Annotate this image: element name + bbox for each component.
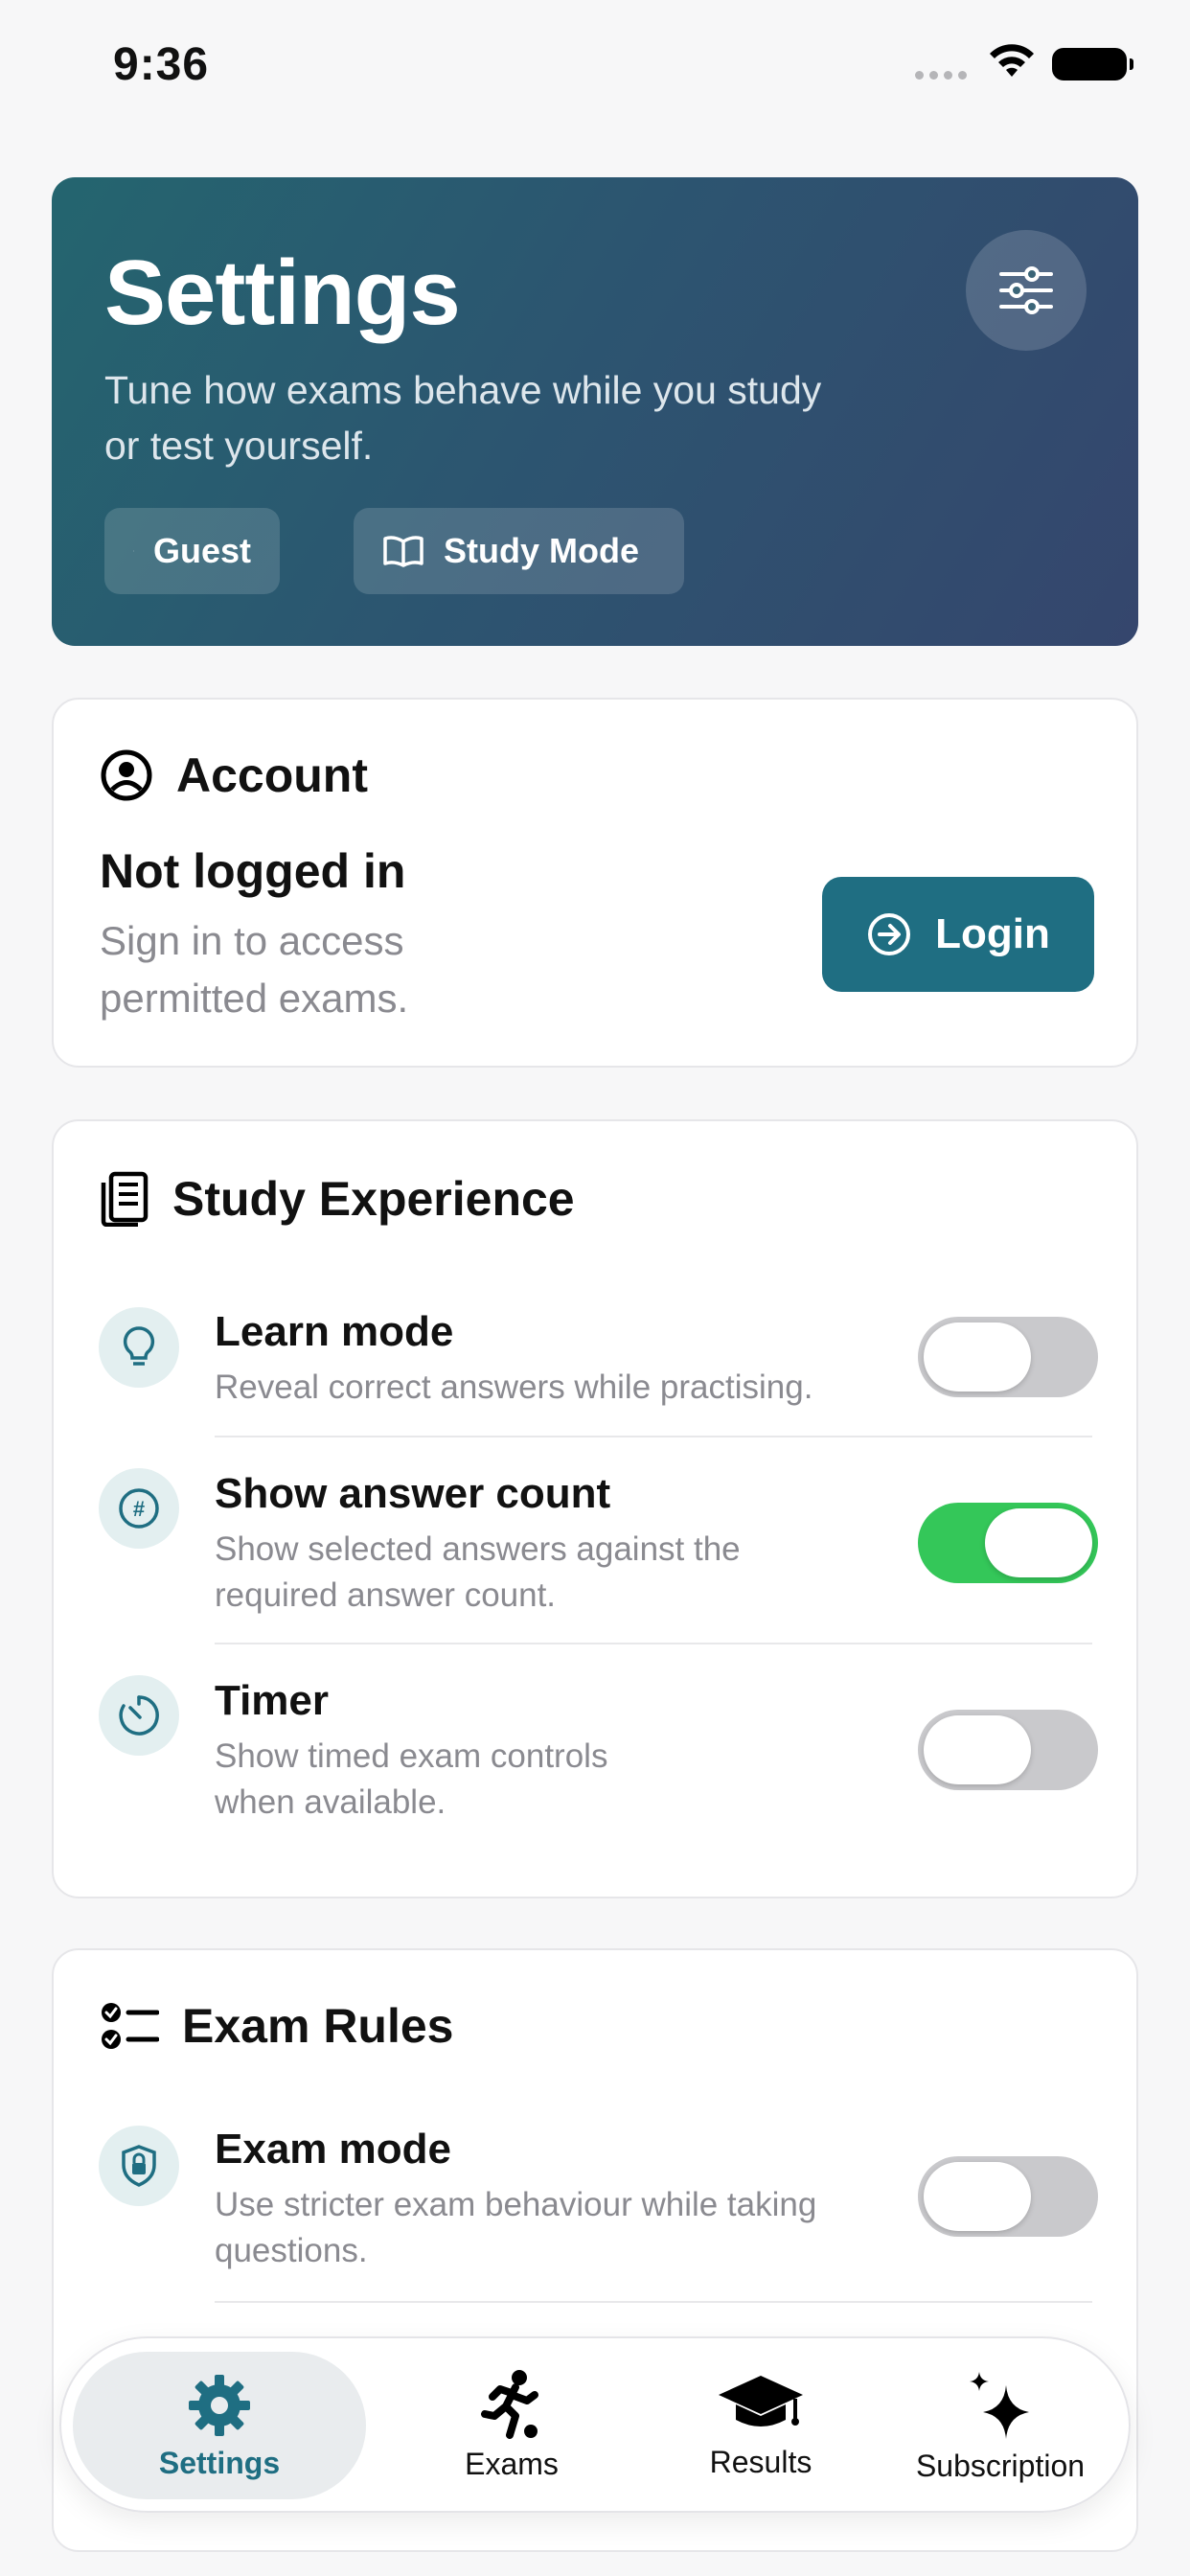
login-description: Sign in to access permitted exams. bbox=[100, 918, 409, 1021]
login-button-label: Login bbox=[935, 910, 1050, 957]
study-experience-header: Study Experience bbox=[100, 1171, 575, 1227]
toggle-knob bbox=[924, 1322, 1031, 1392]
status-time: 9:36 bbox=[113, 39, 210, 90]
status-bar: 9:36 bbox=[0, 0, 1190, 125]
person-circle-icon bbox=[133, 550, 134, 552]
exam-mode-description: Use stricter exam behaviour while taking… bbox=[215, 2186, 817, 2269]
filter-settings-button[interactable] bbox=[966, 230, 1087, 351]
tab-results-label: Results bbox=[709, 2444, 812, 2479]
exam-mode-toggle[interactable] bbox=[918, 2156, 1098, 2237]
tab-bar: Settings Exams Results Subscription bbox=[59, 2336, 1131, 2513]
number-sign-icon: # bbox=[99, 1468, 179, 1549]
divider bbox=[215, 1436, 1092, 1438]
toggle-knob bbox=[924, 1715, 1031, 1784]
running-person-icon bbox=[481, 2369, 538, 2439]
guest-chip-label: Guest bbox=[152, 531, 251, 570]
login-status: Not logged in bbox=[100, 844, 406, 898]
study-experience-card: Study Experience Learn mode Reveal corre… bbox=[52, 1119, 1138, 1898]
login-button[interactable]: Login bbox=[822, 877, 1094, 992]
learn-mode-title: Learn mode bbox=[215, 1308, 454, 1355]
account-header: Account bbox=[100, 748, 368, 803]
wifi-icon bbox=[990, 44, 1034, 77]
toggle-knob bbox=[924, 2162, 1031, 2231]
learn-mode-description: Reveal correct answers while practising. bbox=[215, 1368, 813, 1406]
study-mode-chip[interactable]: Study Mode bbox=[354, 508, 684, 594]
exam-rules-title: Exam Rules bbox=[182, 1999, 454, 2053]
gear-icon bbox=[189, 2374, 250, 2436]
person-circle-icon bbox=[101, 749, 152, 801]
graduation-cap-icon bbox=[719, 2375, 803, 2426]
page-title: Settings bbox=[104, 242, 461, 344]
book-icon bbox=[383, 536, 423, 567]
tab-subscription[interactable]: Subscription bbox=[876, 2338, 1125, 2511]
sparkles-icon bbox=[970, 2371, 1029, 2439]
show-answer-count-title: Show answer count bbox=[215, 1470, 611, 1517]
learn-mode-toggle[interactable] bbox=[918, 1317, 1098, 1397]
arrow-right-circle-icon bbox=[868, 913, 911, 955]
timer-title: Timer bbox=[215, 1677, 330, 1724]
show-answer-count-description: Show selected answers against the requir… bbox=[215, 1530, 741, 1614]
toggle-knob bbox=[985, 1508, 1092, 1577]
exam-mode-title: Exam mode bbox=[215, 2126, 451, 2173]
account-title: Account bbox=[176, 748, 368, 802]
lock-shield-icon bbox=[99, 2126, 179, 2206]
exam-rules-header: Exam Rules bbox=[100, 1998, 453, 2054]
page-subtitle: Tune how exams behave while you study or… bbox=[104, 368, 822, 468]
svg-text:#: # bbox=[133, 1497, 145, 1521]
study-experience-title: Study Experience bbox=[172, 1172, 575, 1226]
tab-exams-label: Exams bbox=[465, 2446, 559, 2481]
checklist-icon bbox=[102, 2003, 159, 2049]
guest-chip[interactable]: Guest bbox=[104, 508, 280, 594]
document-icon bbox=[101, 1171, 149, 1227]
sliders-icon bbox=[999, 266, 1053, 314]
lightbulb-icon bbox=[99, 1307, 179, 1388]
tab-results[interactable]: Results bbox=[646, 2338, 876, 2511]
study-mode-chip-label: Study Mode bbox=[444, 531, 639, 570]
account-card: Account Not logged in Sign in to access … bbox=[52, 698, 1138, 1068]
divider bbox=[215, 1643, 1092, 1644]
timer-description: Show timed exam controls when available. bbox=[215, 1737, 608, 1821]
timer-icon bbox=[99, 1675, 179, 1756]
cellular-signal-icon bbox=[915, 71, 967, 80]
battery-icon bbox=[1052, 48, 1133, 80]
tab-settings-label: Settings bbox=[158, 2445, 281, 2480]
tab-settings[interactable]: Settings bbox=[73, 2352, 366, 2499]
tab-subscription-label: Subscription bbox=[915, 2448, 1086, 2483]
show-answer-count-toggle[interactable] bbox=[918, 1503, 1098, 1583]
divider bbox=[215, 2301, 1092, 2303]
settings-hero: Settings Tune how exams behave while you… bbox=[52, 177, 1138, 646]
timer-toggle[interactable] bbox=[918, 1710, 1098, 1790]
tab-exams[interactable]: Exams bbox=[397, 2338, 627, 2511]
